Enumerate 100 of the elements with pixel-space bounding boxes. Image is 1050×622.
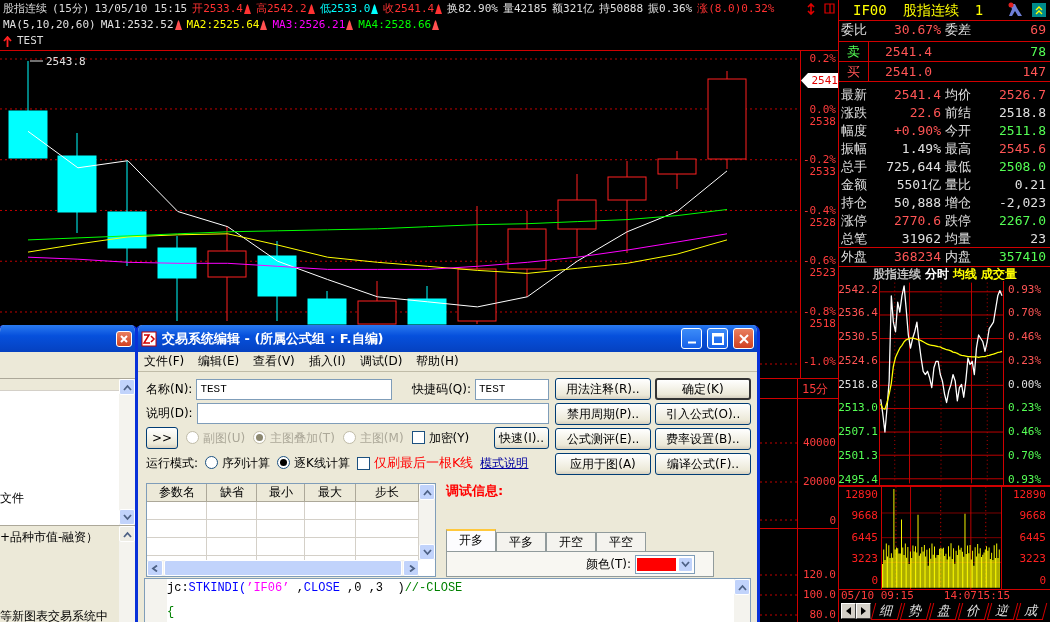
chevron-up-icon [122,530,132,538]
percent-axis-label: 0.46% [1008,426,1042,439]
percent-axis-label: 0.46% [1008,331,1042,344]
current-price-tag: 2541 [801,73,838,88]
shortcut-input[interactable]: TEST [475,378,549,400]
column-header[interactable]: 最大 [305,484,356,502]
chart-datetime: 13/05/10 15:15 [94,2,188,16]
column-header[interactable]: 步长 [356,484,419,502]
order-volume: 147 [1021,62,1047,81]
description-input[interactable] [196,402,549,424]
scroll-down-button[interactable] [119,509,135,525]
menu-item[interactable]: 插入(I) [308,354,346,369]
dialog-button[interactable]: 应用于图(A) [555,453,651,475]
dialog-button[interactable]: 确定(K) [655,378,751,400]
percent-axis-label: 0.23% [1008,355,1042,368]
quote-value: 2770.6 [893,211,941,230]
field-label: 快捷码(Q): [412,381,471,397]
bottom-tab[interactable]: 价 [957,602,990,620]
dialog-button[interactable]: 禁用周期(P).. [555,403,651,425]
menu-item[interactable]: 调试(D) [359,354,403,369]
volume-axis-label: 12890 [844,488,878,501]
vertical-scrollbar[interactable] [119,526,135,622]
bottom-tab[interactable]: 逆 [986,602,1019,620]
scroll-right-button[interactable] [856,603,871,620]
quick-button[interactable]: 快速(I).. [494,427,549,449]
price-axis-label: 2518.8 [838,378,878,391]
quote-label: 涨停 [841,211,868,230]
minimize-button[interactable] [681,328,702,349]
code-editor[interactable]: jc:STKINDI(’IF06’ ,CLOSE ,0 ,3 )//-CLOSE { [144,578,751,622]
expand-button[interactable]: >> [146,427,178,449]
price-axis-label: 2542.2 [838,283,878,296]
column-header[interactable]: 最小 [257,484,305,502]
scroll-right-button[interactable] [403,560,419,576]
radio-button[interactable]: 逐K线计算 [277,455,350,471]
note-text: +品种市值-融资） [0,530,100,545]
bottom-tab[interactable]: 成 [1015,602,1048,620]
quote-value: +0.90% [893,121,941,140]
chevron-up-icon [422,488,432,496]
signal-tab[interactable]: 开多 [446,529,496,551]
dialog-button[interactable]: 费率设置(B).. [655,428,751,450]
moving-average-value: MA4:2528.66 [358,18,432,32]
axis-value-label: 40000 [802,437,836,449]
dialog-button[interactable]: 公式测评(E).. [555,428,651,450]
quote-label: 跌停 [945,211,972,230]
bottom-tab[interactable]: 细 [870,602,903,620]
radio-indicator[interactable] [205,456,219,470]
quote-label: 委差 [945,21,972,40]
maximize-button[interactable] [707,328,728,349]
signal-tab[interactable]: 平多 [496,532,546,551]
collapse-button[interactable] [1032,3,1046,18]
left-triangle-icon [845,607,852,616]
menu-item[interactable]: 编辑(E) [198,354,240,369]
checkbox[interactable]: 加密(Y) [411,430,470,446]
radio-button[interactable]: 序列计算 [205,455,271,471]
scroll-up-button[interactable] [419,484,435,500]
indicator-name: TEST [17,34,44,48]
close-button[interactable] [116,330,132,347]
quote-value: 换82.90% [447,2,498,16]
code-line: { [167,605,176,621]
price-axis-label: 2495.4 [838,473,878,486]
signal-tab[interactable]: 平空 [596,532,646,551]
scroll-down-button[interactable] [419,544,435,560]
bottom-tab[interactable]: 势 [899,602,932,620]
scroll-left-button[interactable] [841,603,856,620]
close-button[interactable] [733,328,754,349]
vertical-scrollbar[interactable] [119,379,135,525]
menu-item[interactable]: 文件(F) [144,354,185,369]
vertical-scrollbar[interactable] [419,484,435,560]
up-down-arrow-icon[interactable] [806,3,816,15]
mode-help-link[interactable]: 模式说明 [480,455,529,471]
column-header[interactable]: 缺省 [207,484,257,502]
dialog-button[interactable]: 引入公式(O).. [655,403,751,425]
axis-price-label: 2538 [809,115,836,128]
axis-price-label: 2533 [809,166,836,178]
radio-indicator[interactable] [277,456,291,470]
scroll-up-button[interactable] [119,379,135,395]
scroll-left-button[interactable] [147,560,163,576]
moving-average-value: MA1:2532.52 [100,18,174,32]
bottom-tab[interactable]: 盘 [928,602,961,620]
name-input[interactable]: TEST [196,378,393,400]
dialog-button[interactable]: 编译公式(F).. [655,453,751,475]
color-dropdown[interactable] [635,554,695,574]
dropdown-button[interactable] [678,556,693,572]
dialog-button[interactable]: 用法注释(R).. [555,378,651,400]
panel-icon[interactable] [824,3,835,14]
column-header[interactable]: 参数名 [147,484,207,502]
scroll-up-button[interactable] [734,579,750,595]
figure-icon[interactable] [1006,2,1024,19]
menu-item[interactable]: 查看(V) [253,354,295,369]
quote-value: 低2533.0 [319,2,371,16]
list-item[interactable]: 文件 [0,490,119,505]
table-cell [147,520,207,538]
scroll-up-button[interactable] [119,526,135,542]
menu-item[interactable]: 帮助(H) [416,354,459,369]
signal-tab[interactable]: 开空 [546,532,596,551]
axis-price-label: 2528 [809,216,836,229]
double-caret-up-icon [1035,5,1043,15]
volume-axis-label: 0 [1039,574,1046,587]
quote-value: 368234 [893,247,941,266]
quote-value: 持50888 [598,2,644,16]
